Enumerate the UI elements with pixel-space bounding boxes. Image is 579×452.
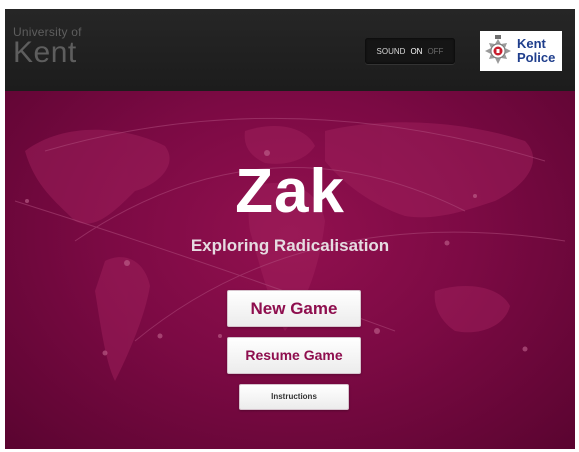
resume-game-button[interactable]: Resume Game (227, 337, 361, 374)
title-screen: Zak Exploring Radicalisation New Game Re… (5, 91, 575, 449)
sound-label: SOUND (376, 46, 406, 56)
police-logo-line1: Kent (517, 36, 546, 51)
sound-toggle[interactable]: SOUND ON OFF (365, 38, 455, 64)
instructions-button[interactable]: Instructions (239, 384, 349, 410)
university-of-kent-logo: University of Kent (13, 26, 82, 69)
new-game-button[interactable]: New Game (227, 290, 361, 327)
police-logo-text: Kent Police (517, 37, 555, 65)
game-window: University of Kent SOUND ON OFF Kent Pol… (5, 9, 575, 449)
sound-on-option[interactable]: ON (410, 47, 422, 56)
top-bar: University of Kent SOUND ON OFF Kent Pol… (5, 9, 575, 91)
kent-police-logo: Kent Police (480, 31, 562, 71)
game-title: Zak (235, 157, 345, 226)
game-subtitle: Exploring Radicalisation (190, 236, 390, 255)
police-crest-icon (485, 35, 511, 64)
sound-off-option[interactable]: OFF (427, 47, 443, 56)
university-logo-line2: Kent (13, 36, 77, 69)
police-logo-line2: Police (517, 50, 556, 65)
